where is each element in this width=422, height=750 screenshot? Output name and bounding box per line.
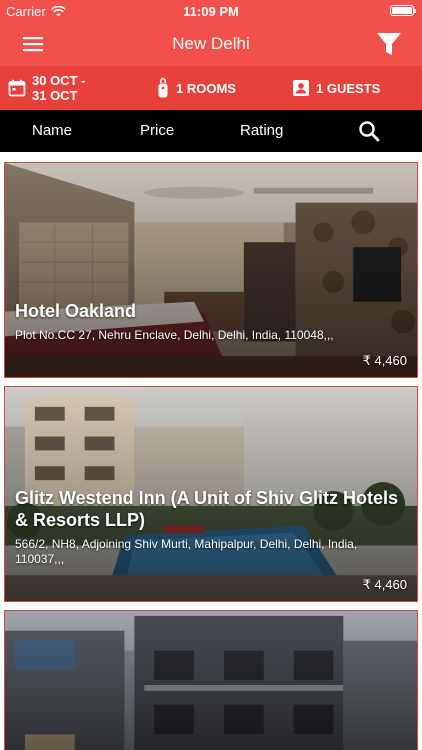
hotel-address: Plot No.CC 27, Nehru Enclave, Delhi, Del… [15,328,334,342]
date-from-label: 30 OCT - [32,73,86,88]
hotel-info [15,741,407,750]
calendar-icon [8,79,26,97]
rooms-label: 1 ROOMS [176,80,236,96]
hotel-card[interactable] [4,610,418,750]
photo-overlay [5,611,417,750]
guest-contact-icon [293,80,309,96]
filter-funnel-icon[interactable] [374,30,404,58]
search-icon[interactable] [357,119,381,143]
guests-label: 1 GUESTS [316,80,381,96]
hotel-price: ₹ 4,460 [362,577,407,592]
date-range-selector[interactable]: 30 OCT - 31 OCT [8,66,85,110]
nav-bar: New Delhi [0,22,422,66]
hotel-name: Hotel Oakland [15,301,137,321]
sort-by-price-button[interactable]: Price [140,122,174,139]
rooms-selector[interactable]: 1 ROOMS [156,66,236,110]
booking-bar: 30 OCT - 31 OCT 1 ROOMS 1 GUESTS [0,66,422,110]
hotel-name: Glitz Westend Inn (A Unit of Shiv Glitz … [15,488,399,530]
hotel-info: Hotel Oakland Plot No.CC 27, Nehru Encla… [15,300,407,369]
hotel-list: Hotel Oakland Plot No.CC 27, Nehru Encla… [0,152,422,750]
door-key-icon [158,78,168,98]
hotel-card[interactable]: Glitz Westend Inn (A Unit of Shiv Glitz … [4,386,418,602]
hotel-address: 566/2, NH8, Adjoining Shiv Murti, Mahipa… [15,537,358,566]
hotel-info: Glitz Westend Inn (A Unit of Shiv Glitz … [15,487,407,593]
status-bar: Carrier 11:09 PM [0,0,422,22]
sort-by-rating-button[interactable]: Rating [240,122,283,139]
sort-bar: Name Price Rating [0,110,422,152]
battery-icon [390,5,416,16]
page-title: New Delhi [172,34,250,53]
sort-by-name-button[interactable]: Name [32,122,72,139]
status-time: 11:09 PM [183,4,239,19]
hotel-price: ₹ 4,460 [362,353,407,368]
guests-selector[interactable]: 1 GUESTS [292,66,380,110]
hotel-card[interactable]: Hotel Oakland Plot No.CC 27, Nehru Encla… [4,162,418,378]
date-to-label: 31 OCT [32,88,78,103]
